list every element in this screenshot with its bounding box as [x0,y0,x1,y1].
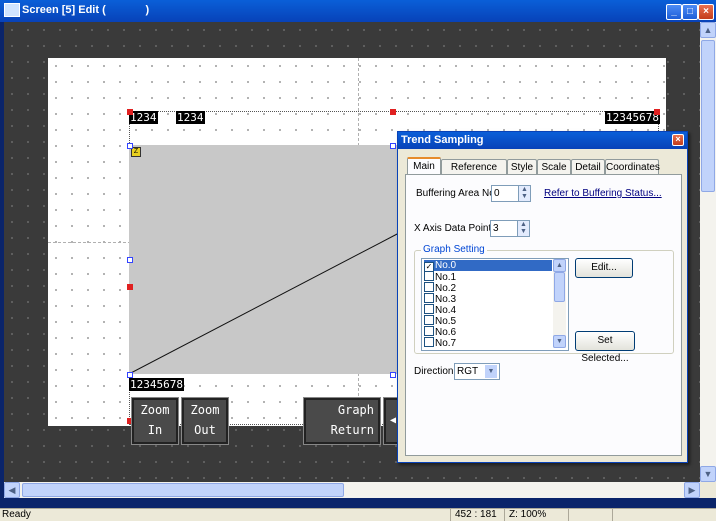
checkbox[interactable] [424,337,434,347]
list-item-label: No.7 [435,338,457,349]
handle[interactable] [127,372,133,378]
x-axis-data-points-input[interactable]: 3 [490,220,518,237]
horizontal-scroll-thumb[interactable] [22,483,344,497]
refer-buffering-link[interactable]: Refer to Buffering Status... [544,188,662,199]
close-button[interactable]: × [698,4,714,20]
data-label-top-1[interactable]: 1234 [129,111,158,124]
graph-list[interactable]: ✓ No.0 No.1 No.2 No.3 No.4 No.5 No.6 No.7… [421,258,569,351]
handle[interactable] [127,284,133,290]
handle[interactable] [654,109,660,115]
handle[interactable] [127,143,133,149]
screen-icon [4,3,20,17]
buffering-area-label: Buffering Area No. [416,188,498,199]
list-scroll-down-icon[interactable]: ▼ [553,335,566,348]
handle[interactable] [127,109,133,115]
window-titlebar[interactable]: Screen [5] Edit ( ) _ □ × [0,0,716,22]
list-item[interactable]: No.1 [424,271,456,283]
list-scrollbar[interactable]: ▲ ▼ [553,259,566,348]
checkbox[interactable] [424,282,434,292]
main-tab-panel: Buffering Area No. 0 ▲ ▼ Refer to Bufferi… [405,174,682,456]
tab-detail[interactable]: Detail [571,159,605,175]
list-item[interactable]: No.6 [424,326,456,338]
list-item[interactable]: No.2 [424,282,456,294]
minimize-button[interactable]: _ [666,4,682,20]
scroll-up-icon[interactable]: ▲ [700,22,716,38]
graph-return-line2: Return [330,423,374,437]
scroll-right-icon[interactable]: ▶ [684,482,700,498]
handle[interactable] [390,372,396,378]
direction-select[interactable]: RGT ▼ [454,363,500,380]
graph-return-line1: Graph [337,403,374,417]
direction-label: Direction [414,366,454,377]
window-title: Screen [5] Edit ( ) [22,4,150,16]
trend-line [129,232,399,374]
zoom-level: Z: 100% [504,509,569,521]
buffering-area-input[interactable]: 0 [491,185,519,202]
list-scroll-up-icon[interactable]: ▲ [553,259,566,272]
graph-return-button[interactable]: Graph Return [303,397,381,445]
zoom-out-line2: Out [194,423,216,437]
checkbox[interactable] [424,293,434,303]
tab-scale[interactable]: Scale [537,159,571,175]
data-label-top-2[interactable]: 1234 [176,111,205,124]
buffering-area-spinner[interactable]: ▲ ▼ [518,185,531,202]
x-axis-data-points-label: X Axis Data Points [414,223,497,234]
set-selected-button[interactable]: Set Selected... [575,331,635,364]
handle[interactable] [390,109,396,115]
tab-style[interactable]: Style [507,159,537,175]
data-label-bottom[interactable]: 12345678 [129,378,184,391]
list-item[interactable]: ✓ No.0 [424,260,552,272]
edit-button[interactable]: Edit... [575,258,633,278]
data-label-top-right[interactable]: 12345678 [605,111,660,124]
scroll-down-icon[interactable]: ▼ [700,466,716,482]
zoom-out-button[interactable]: Zoom Out [181,397,229,445]
status-pane [568,509,613,521]
list-item[interactable]: No.7 [424,337,457,349]
direction-value: RGT [457,366,479,377]
list-scroll-thumb[interactable] [554,272,565,302]
scroll-left-icon[interactable]: ◀ [4,482,20,498]
zoom-in-line1: Zoom [140,403,170,417]
maximize-button[interactable]: □ [682,4,698,20]
dialog-title: Trend Sampling [401,134,484,146]
trend-sampling-dialog: Trend Sampling × Main Reference Line Sty… [397,131,688,463]
dialog-titlebar[interactable]: Trend Sampling × [398,132,687,149]
status-pane [612,509,657,521]
zoom-out-line1: Zoom [190,403,220,417]
checkbox[interactable] [424,326,434,336]
x-axis-spinner[interactable]: ▲ ▼ [517,220,530,237]
checkbox[interactable] [424,271,434,281]
tab-coordinates[interactable]: Coordinates [605,159,660,175]
zoom-in-line2: In [147,423,163,437]
list-item[interactable]: No.3 [424,293,456,305]
cursor-coords: 452 : 181 [450,509,505,521]
vertical-scrollbar[interactable]: ▲ ▼ [700,22,716,482]
chevron-down-icon[interactable]: ▼ [485,365,497,378]
size-grip[interactable] [700,482,716,498]
list-item-label: No.0 [435,260,457,271]
tab-reference-line[interactable]: Reference Line [441,159,507,188]
horizontal-scrollbar[interactable]: ◀ ▶ [4,482,700,498]
list-item[interactable]: No.4 [424,304,456,316]
list-item[interactable]: No.5 [424,315,456,327]
handle[interactable] [127,257,133,263]
status-bar: Ready 452 : 181 Z: 100% [0,508,716,521]
checkbox[interactable] [424,315,434,325]
checkbox[interactable] [424,304,434,314]
trend-graph[interactable]: Z [129,145,399,374]
graph-setting-label: Graph Setting [421,244,487,255]
status-text: Ready [2,509,31,520]
vertical-scroll-thumb[interactable] [701,40,715,192]
handle[interactable] [390,143,396,149]
zoom-in-button[interactable]: Zoom In [131,397,179,445]
dialog-close-icon[interactable]: × [672,134,684,146]
